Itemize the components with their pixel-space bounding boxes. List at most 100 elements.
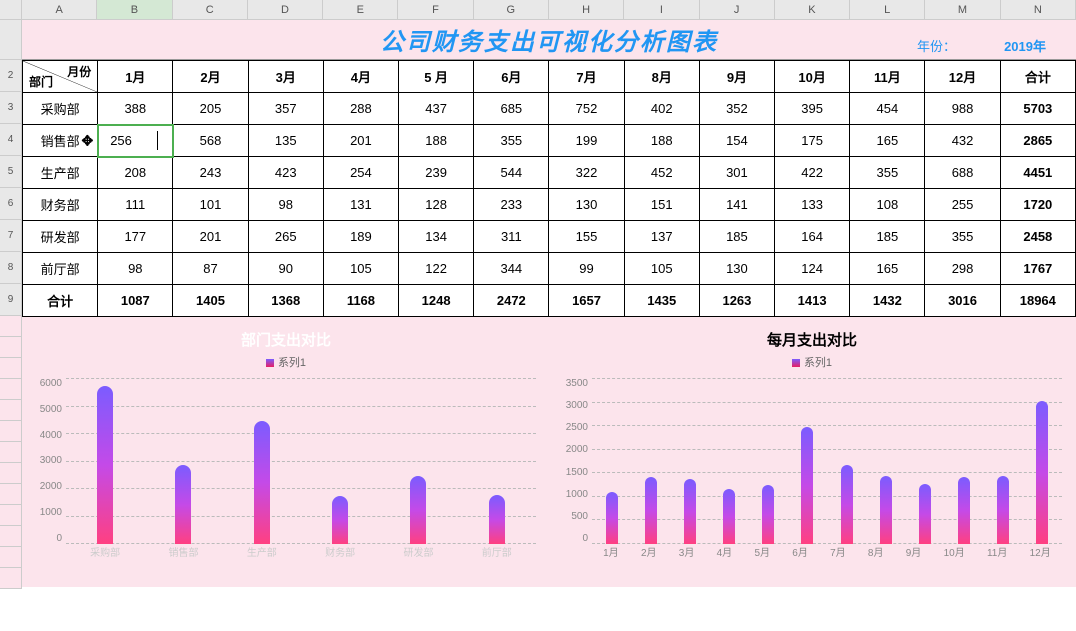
cell-4-7[interactable]: 137 [624,221,699,253]
row-num-4[interactable]: 4 [0,124,22,156]
row-num-chart-12[interactable] [0,568,22,589]
grand-total[interactable]: 18964 [1000,285,1075,317]
row-num-9[interactable]: 9 [0,284,22,316]
cell-4-2[interactable]: 265 [248,221,323,253]
bar-1-6[interactable] [841,465,853,544]
cell-4-1[interactable]: 201 [173,221,248,253]
dept-label-0[interactable]: 采购部 [23,93,98,125]
cell-3-6[interactable]: 130 [549,189,624,221]
cell-0-8[interactable]: 352 [699,93,774,125]
cell-3-2[interactable]: 98 [248,189,323,221]
row-total-2[interactable]: 4451 [1000,157,1075,189]
cell-1-0[interactable]: 256 [98,125,173,157]
cell-2-3[interactable]: 254 [323,157,398,189]
col-header-D[interactable]: D [248,0,323,19]
bar-1-8[interactable] [919,484,931,544]
bar-1-9[interactable] [958,477,970,544]
cell-5-6[interactable]: 99 [549,253,624,285]
bar-1-5[interactable] [801,427,813,544]
diag-header[interactable]: 月份部门 [23,61,98,93]
chart-0[interactable]: 部门支出对比系列10100020003000400050006000采购部销售部… [26,321,546,583]
cell-1-4[interactable]: 188 [399,125,474,157]
month-header-10[interactable]: 11月 [850,61,925,93]
cell-0-0[interactable]: 388 [98,93,173,125]
row-num-5[interactable]: 5 [0,156,22,188]
bar-0-0[interactable] [97,386,113,544]
col-header-K[interactable]: K [775,0,850,19]
cell-3-8[interactable]: 141 [699,189,774,221]
col-header-C[interactable]: C [173,0,248,19]
bar-1-10[interactable] [997,476,1009,544]
dept-label-2[interactable]: 生产部 [23,157,98,189]
bar-1-4[interactable] [762,485,774,544]
cell-2-6[interactable]: 322 [549,157,624,189]
cell-5-1[interactable]: 87 [173,253,248,285]
cell-0-2[interactable]: 357 [248,93,323,125]
col-header-A[interactable]: A [22,0,97,19]
row-total-0[interactable]: 5703 [1000,93,1075,125]
cell-5-9[interactable]: 124 [775,253,850,285]
cell-2-1[interactable]: 243 [173,157,248,189]
cell-5-0[interactable]: 98 [98,253,173,285]
cell-2-10[interactable]: 355 [850,157,925,189]
col-header-L[interactable]: L [850,0,925,19]
bar-0-4[interactable] [410,476,426,544]
row-total-3[interactable]: 1720 [1000,189,1075,221]
dept-label-3[interactable]: 财务部 [23,189,98,221]
cell-3-10[interactable]: 108 [850,189,925,221]
col-header-I[interactable]: I [624,0,699,19]
cell-5-8[interactable]: 130 [699,253,774,285]
cell-0-3[interactable]: 288 [323,93,398,125]
col-total-2[interactable]: 1368 [248,285,323,317]
month-header-2[interactable]: 3月 [248,61,323,93]
col-total-9[interactable]: 1413 [775,285,850,317]
cell-0-9[interactable]: 395 [775,93,850,125]
dept-label-5[interactable]: 前厅部 [23,253,98,285]
bar-1-0[interactable] [606,492,618,544]
cell-0-5[interactable]: 685 [474,93,549,125]
bar-1-3[interactable] [723,489,735,544]
month-header-11[interactable]: 12月 [925,61,1000,93]
row-num-6[interactable]: 6 [0,188,22,220]
cell-0-4[interactable]: 437 [399,93,474,125]
month-header-1[interactable]: 2月 [173,61,248,93]
row-num-1[interactable] [0,20,22,60]
cell-3-11[interactable]: 255 [925,189,1000,221]
col-header-B[interactable]: B [97,0,172,19]
row-num-chart-3[interactable] [0,379,22,400]
cell-4-8[interactable]: 185 [699,221,774,253]
row-num-2[interactable]: 2 [0,60,22,92]
cell-1-7[interactable]: 188 [624,125,699,157]
cell-0-10[interactable]: 454 [850,93,925,125]
dept-label-1[interactable]: 销售部✥ [23,125,98,157]
cell-2-7[interactable]: 452 [624,157,699,189]
row-num-chart-10[interactable] [0,526,22,547]
cell-4-6[interactable]: 155 [549,221,624,253]
cell-4-11[interactable]: 355 [925,221,1000,253]
cell-3-0[interactable]: 111 [98,189,173,221]
row-num-chart-11[interactable] [0,547,22,568]
cell-4-0[interactable]: 177 [98,221,173,253]
cell-2-5[interactable]: 544 [474,157,549,189]
cell-1-8[interactable]: 154 [699,125,774,157]
row-num-chart-0[interactable] [0,316,22,337]
row-num-chart-2[interactable] [0,358,22,379]
month-header-8[interactable]: 9月 [699,61,774,93]
col-total-1[interactable]: 1405 [173,285,248,317]
data-table[interactable]: 月份部门1月2月3月4月5 月6月7月8月9月10月11月12月合计 采购部38… [22,60,1076,317]
cell-1-2[interactable]: 135 [248,125,323,157]
cell-5-7[interactable]: 105 [624,253,699,285]
cell-3-4[interactable]: 128 [399,189,474,221]
col-total-8[interactable]: 1263 [699,285,774,317]
bar-0-2[interactable] [254,421,270,544]
cell-2-0[interactable]: 208 [98,157,173,189]
dept-label-4[interactable]: 研发部 [23,221,98,253]
cell-4-5[interactable]: 311 [474,221,549,253]
cell-1-10[interactable]: 165 [850,125,925,157]
cell-3-9[interactable]: 133 [775,189,850,221]
col-header-M[interactable]: M [925,0,1000,19]
col-header-J[interactable]: J [700,0,775,19]
col-header-G[interactable]: G [474,0,549,19]
month-header-5[interactable]: 6月 [474,61,549,93]
col-total-6[interactable]: 1657 [549,285,624,317]
